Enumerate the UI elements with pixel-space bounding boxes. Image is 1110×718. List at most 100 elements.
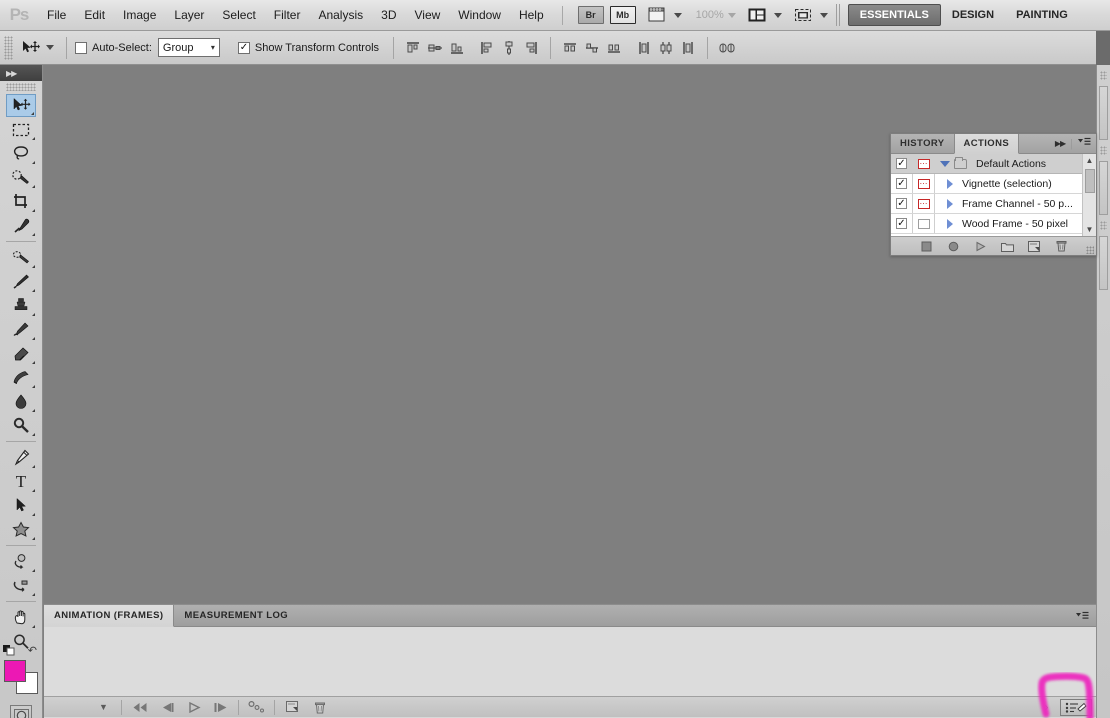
screen-mode-caret-icon[interactable] (819, 12, 828, 18)
show-transform-checkbox[interactable]: ✓ (237, 41, 250, 54)
view-extras-caret-icon[interactable] (673, 12, 682, 18)
tab-actions[interactable]: ACTIONS (953, 134, 1020, 154)
scroll-up-icon[interactable]: ▲ (1086, 154, 1094, 167)
actions-scrollbar[interactable]: ▲ ▼ (1082, 154, 1096, 236)
collapsed-panel-1[interactable] (1099, 86, 1108, 140)
tool-preset-caret-icon[interactable] (46, 45, 54, 50)
active-tool-preset[interactable] (16, 35, 58, 61)
blur-tool[interactable] (6, 390, 36, 413)
workspace-tab-design[interactable]: DESIGN (941, 4, 1005, 26)
align-horizontal-centers-icon[interactable] (498, 37, 520, 59)
tween-frames-icon[interactable] (243, 698, 270, 717)
right-dock-strip[interactable] (1096, 65, 1110, 718)
screen-mode-icon[interactable] (792, 6, 816, 25)
zoom-level-caret-icon[interactable] (727, 12, 736, 18)
menu-file[interactable]: File (38, 0, 75, 31)
align-vertical-centers-icon[interactable] (424, 37, 446, 59)
toggle-item-on-checkbox[interactable]: ✓ (891, 194, 913, 213)
menu-help[interactable]: Help (510, 0, 553, 31)
auto-align-layers-icon[interactable] (716, 37, 738, 59)
quick-selection-tool[interactable] (6, 166, 36, 189)
lasso-tool[interactable] (6, 142, 36, 165)
animation-panel-menu-icon[interactable] (1076, 605, 1096, 626)
swap-colors-icon[interactable]: ↶ (28, 644, 37, 657)
create-new-action-icon[interactable] (1028, 240, 1041, 253)
align-left-edges-icon[interactable] (476, 37, 498, 59)
delete-frame-icon[interactable] (306, 698, 333, 717)
begin-recording-icon[interactable] (947, 240, 960, 253)
auto-select-checkbox[interactable] (75, 41, 87, 54)
menu-layer[interactable]: Layer (165, 0, 213, 31)
distribute-left-edges-icon[interactable] (633, 37, 655, 59)
eraser-tool[interactable] (6, 342, 36, 365)
path-selection-tool[interactable] (6, 494, 36, 517)
disclosure-triangle-down-icon[interactable] (940, 160, 950, 167)
rectangular-marquee-tool[interactable] (6, 118, 36, 141)
stop-playing-recording-icon[interactable] (920, 240, 933, 253)
actions-row-default-actions[interactable]: ✓ ⋯ Default Actions (891, 154, 1082, 174)
toolbar-grip[interactable] (6, 83, 36, 91)
disclosure-triangle-right-icon[interactable] (947, 198, 953, 209)
tab-measurement-log[interactable]: MEASUREMENT LOG (174, 605, 298, 626)
disclosure-triangle-right-icon[interactable] (947, 218, 953, 229)
menu-edit[interactable]: Edit (75, 0, 114, 31)
align-right-edges-icon[interactable] (520, 37, 542, 59)
menu-image[interactable]: Image (114, 0, 165, 31)
collapsed-panel-2[interactable] (1099, 161, 1108, 215)
auto-select-dropdown[interactable]: Group ▾ (157, 38, 220, 57)
3d-object-rotate-tool[interactable] (6, 550, 36, 573)
workspace-tab-essentials[interactable]: ESSENTIALS (847, 4, 941, 26)
align-top-edges-icon[interactable] (402, 37, 424, 59)
select-first-frame-icon[interactable] (126, 698, 153, 717)
right-dock-grip[interactable] (1100, 71, 1107, 80)
tab-history[interactable]: HISTORY (891, 134, 954, 153)
clone-stamp-tool[interactable] (6, 294, 36, 317)
menu-window[interactable]: Window (449, 0, 510, 31)
toggle-dialog-off-button[interactable] (913, 214, 935, 233)
duplicate-frame-icon[interactable] (279, 698, 306, 717)
tab-animation-frames[interactable]: ANIMATION (FRAMES) (44, 605, 175, 627)
panel-resize-grip[interactable] (1086, 246, 1094, 254)
toggle-dialog-on-button[interactable]: ⋯ (913, 194, 935, 213)
right-dock-grip-3[interactable] (1100, 221, 1107, 230)
default-colors-icon[interactable] (3, 645, 15, 656)
delete-icon[interactable] (1055, 240, 1068, 253)
crop-tool[interactable] (6, 190, 36, 213)
select-next-frame-icon[interactable] (207, 698, 234, 717)
expand-toolbar-icon[interactable]: ▶▶ (0, 65, 42, 81)
select-previous-frame-icon[interactable] (153, 698, 180, 717)
distribute-right-edges-icon[interactable] (677, 37, 699, 59)
gradient-tool[interactable] (6, 366, 36, 389)
convert-to-timeline-icon[interactable] (1060, 698, 1092, 716)
arrange-documents-icon[interactable] (746, 6, 770, 25)
collapsed-panel-3[interactable] (1099, 236, 1108, 290)
play-animation-icon[interactable] (180, 698, 207, 717)
arrange-caret-icon[interactable] (773, 12, 782, 18)
collapse-to-icons-icon[interactable]: ▶▶ (1055, 139, 1066, 148)
toggle-item-on-checkbox[interactable]: ✓ (891, 214, 913, 233)
menu-select[interactable]: Select (213, 0, 264, 31)
actions-row-wood-frame[interactable]: ✓ Wood Frame - 50 pixel (891, 214, 1082, 234)
distribute-horizontal-centers-icon[interactable] (655, 37, 677, 59)
dodge-tool[interactable] (6, 414, 36, 437)
custom-shape-tool[interactable] (6, 518, 36, 541)
horizontal-type-tool[interactable]: T (6, 470, 36, 493)
toggle-dialog-on-button[interactable]: ⋯ (913, 154, 935, 173)
view-extras-icon[interactable] (646, 6, 670, 25)
workspace-tab-painting[interactable]: PAINTING (1005, 4, 1079, 26)
foreground-color-swatch[interactable] (4, 660, 26, 682)
history-brush-tool[interactable] (6, 318, 36, 341)
toggle-item-on-checkbox[interactable]: ✓ (891, 154, 913, 173)
quick-mask-mode-icon[interactable] (10, 705, 32, 718)
distribute-bottom-edges-icon[interactable] (603, 37, 625, 59)
eyedropper-tool[interactable] (6, 214, 36, 237)
menu-filter[interactable]: Filter (265, 0, 310, 31)
scroll-down-icon[interactable]: ▼ (1086, 223, 1094, 236)
bridge-button[interactable]: Br (577, 6, 604, 24)
distribute-vertical-centers-icon[interactable] (581, 37, 603, 59)
scroll-right-icon[interactable]: › (1033, 698, 1060, 717)
mini-bridge-button[interactable]: Mb (609, 6, 636, 24)
looping-options-dropdown[interactable]: ▼ (90, 698, 117, 717)
menu-3d[interactable]: 3D (372, 0, 405, 31)
right-dock-grip-2[interactable] (1100, 146, 1107, 155)
